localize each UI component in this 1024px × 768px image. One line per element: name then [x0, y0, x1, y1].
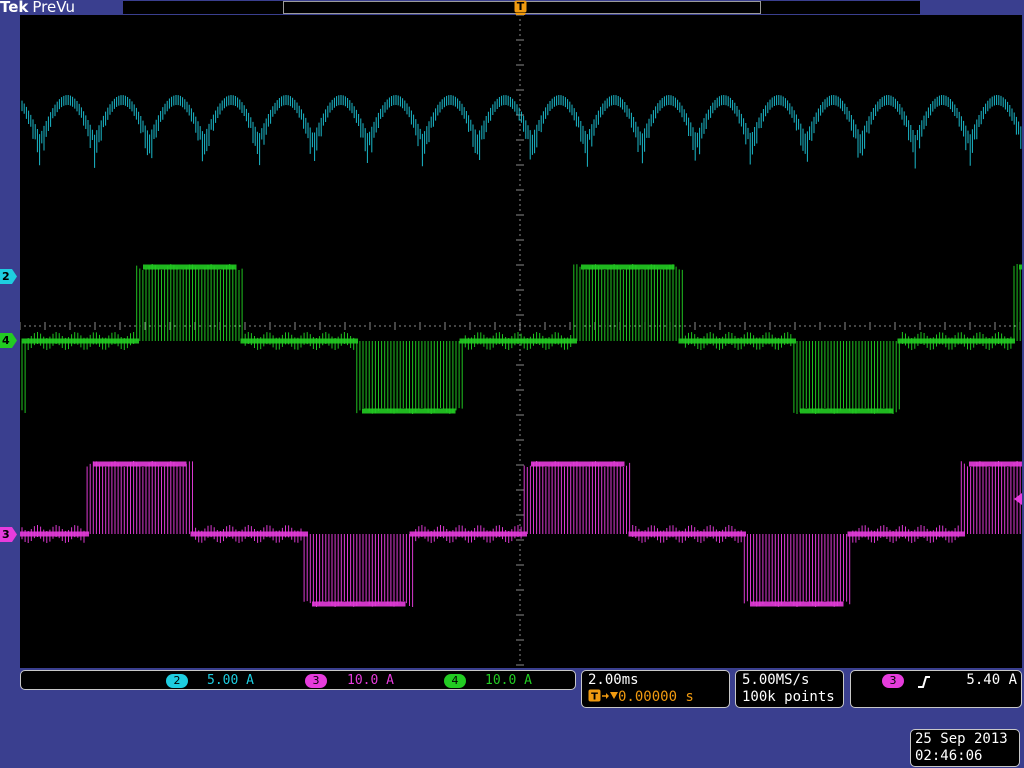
trigger-source-badge: 3 — [882, 674, 904, 688]
trigger-level: 5.40 A — [966, 672, 1017, 688]
record-length: 100k points — [742, 689, 835, 705]
trigger-readout[interactable]: 3 5.40 A — [850, 670, 1022, 708]
sample-rate: 5.00MS/s — [742, 672, 810, 688]
acquisition-readout[interactable]: 5.00MS/s 100k points — [735, 670, 844, 708]
date-display: 25 Sep 2013 — [915, 731, 1008, 747]
channel-4-ground-marker[interactable]: 4 — [0, 333, 18, 348]
brand-name: Tek — [0, 0, 29, 16]
brand-label: Tek PreVu — [0, 0, 75, 16]
channel-2-ground-marker[interactable]: 2 — [0, 269, 18, 284]
channel-3-marker-label: 3 — [2, 528, 10, 541]
trigger-level-marker[interactable] — [1014, 493, 1022, 505]
channel-readout-panel: 2 5.00 A 3 10.0 A 4 10.0 A — [20, 670, 576, 690]
channel-2-marker-label: 2 — [2, 270, 10, 283]
channel-4-badge[interactable]: 4 — [444, 674, 466, 688]
channel-4-marker-label: 4 — [2, 334, 10, 347]
waveform-display[interactable] — [20, 15, 1022, 668]
top-status-bar: Tek PreVu T — [0, 0, 1024, 22]
rising-edge-icon — [918, 676, 930, 688]
channel-3-badge[interactable]: 3 — [305, 674, 327, 688]
acquisition-mode: PreVu — [32, 0, 75, 16]
channel-4-trace — [21, 264, 1022, 414]
time-per-division: 2.00ms — [588, 672, 639, 688]
channel-2-scale[interactable]: 5.00 A — [207, 673, 254, 688]
trigger-delay-value: 0.00000 s — [618, 689, 694, 705]
channel-2-trace — [21, 95, 1022, 169]
svg-text:T: T — [591, 692, 598, 703]
channel-4-scale[interactable]: 10.0 A — [485, 673, 532, 688]
channel-2-badge[interactable]: 2 — [166, 674, 188, 688]
trigger-delay-readout: T 0.00000 s — [588, 689, 694, 705]
trigger-position-letter: T — [517, 0, 525, 13]
trigger-delay-icon: T — [588, 689, 618, 703]
horizontal-readout[interactable]: 2.00ms T 0.00000 s — [581, 670, 730, 708]
channel-3-ground-marker[interactable]: 3 — [0, 527, 18, 542]
waveform-canvas — [20, 15, 1022, 666]
channel-3-scale[interactable]: 10.0 A — [347, 673, 394, 688]
time-display: 02:46:06 — [915, 748, 983, 764]
date-time-readout: 25 Sep 2013 02:46:06 — [910, 729, 1020, 767]
